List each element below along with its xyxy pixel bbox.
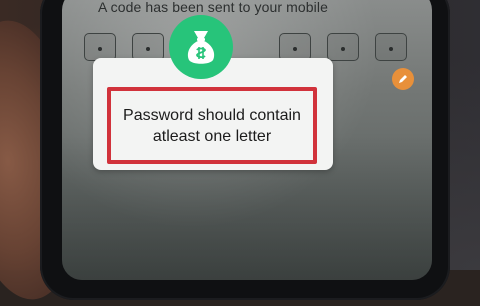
otp-box-1[interactable] — [84, 33, 116, 61]
error-message: Password should contain atleast one lett… — [123, 106, 301, 145]
phone-screen: A code has been sent to your mobile Pass… — [62, 0, 432, 280]
code-sent-heading: A code has been sent to your mobile — [98, 0, 328, 15]
money-bag-icon — [169, 15, 233, 79]
otp-dot-4 — [293, 47, 297, 51]
otp-dot-2 — [146, 47, 150, 51]
otp-dot-1 — [98, 47, 102, 51]
pencil-icon[interactable] — [392, 68, 414, 90]
otp-dot-5 — [341, 47, 345, 51]
otp-box-5[interactable] — [327, 33, 359, 61]
pencil-glyph — [399, 75, 407, 83]
otp-box-6[interactable] — [375, 33, 407, 61]
otp-box-2[interactable] — [132, 33, 164, 61]
otp-box-4[interactable] — [279, 33, 311, 61]
money-bag-glyph — [187, 31, 215, 64]
otp-dot-6 — [389, 47, 393, 51]
